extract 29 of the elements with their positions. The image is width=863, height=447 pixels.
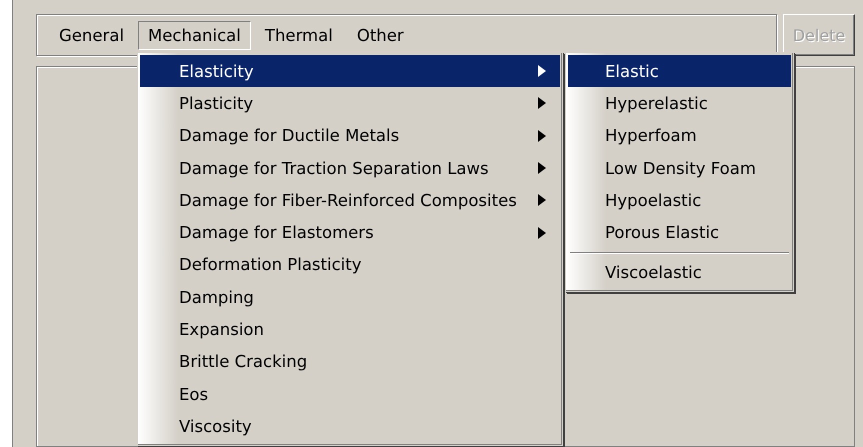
menu-title[interactable]: Thermal <box>254 20 343 50</box>
submenu-arrow-icon <box>538 65 546 78</box>
menu-item[interactable]: Hyperfoam <box>568 120 791 152</box>
menu-item[interactable]: Eos <box>140 378 560 410</box>
menu-item[interactable]: Low Density Foam <box>568 152 791 184</box>
menu-item[interactable]: Viscoelastic <box>568 256 791 290</box>
menu-item[interactable]: Damage for Fiber-Reinforced Composites <box>140 184 560 216</box>
menu-item[interactable]: Damping <box>140 281 560 314</box>
menu-item[interactable]: Hyperelastic <box>568 87 791 120</box>
submenu-arrow-icon <box>538 162 546 174</box>
submenu-arrow-icon <box>538 130 546 142</box>
menu-item[interactable]: Expansion <box>140 313 560 346</box>
menu-item[interactable]: Damage for Elastomers <box>140 216 560 249</box>
submenu-arrow-icon <box>538 194 546 206</box>
menu-item[interactable]: Damage for Traction Separation Laws <box>140 152 560 184</box>
submenu-arrow-icon <box>538 226 546 239</box>
menu-item[interactable]: Plasticity <box>140 87 560 120</box>
menu-item[interactable]: Viscosity <box>140 410 560 443</box>
menu-item[interactable]: Hypoelastic <box>568 184 791 216</box>
menu-item[interactable]: Elastic <box>568 55 791 88</box>
menu-title[interactable]: General <box>49 20 134 50</box>
menu-item[interactable]: Deformation Plasticity <box>140 248 560 282</box>
menu-item[interactable]: Elasticity <box>140 55 560 88</box>
menu-title[interactable]: Mechanical <box>138 20 251 50</box>
menu-item[interactable]: Damage for Ductile Metals <box>140 120 560 152</box>
menu-title[interactable]: Other <box>346 20 414 50</box>
menu-item[interactable]: Porous Elastic <box>568 216 791 249</box>
submenu-arrow-icon <box>538 97 546 110</box>
menu-item[interactable]: Brittle Cracking <box>140 346 560 378</box>
